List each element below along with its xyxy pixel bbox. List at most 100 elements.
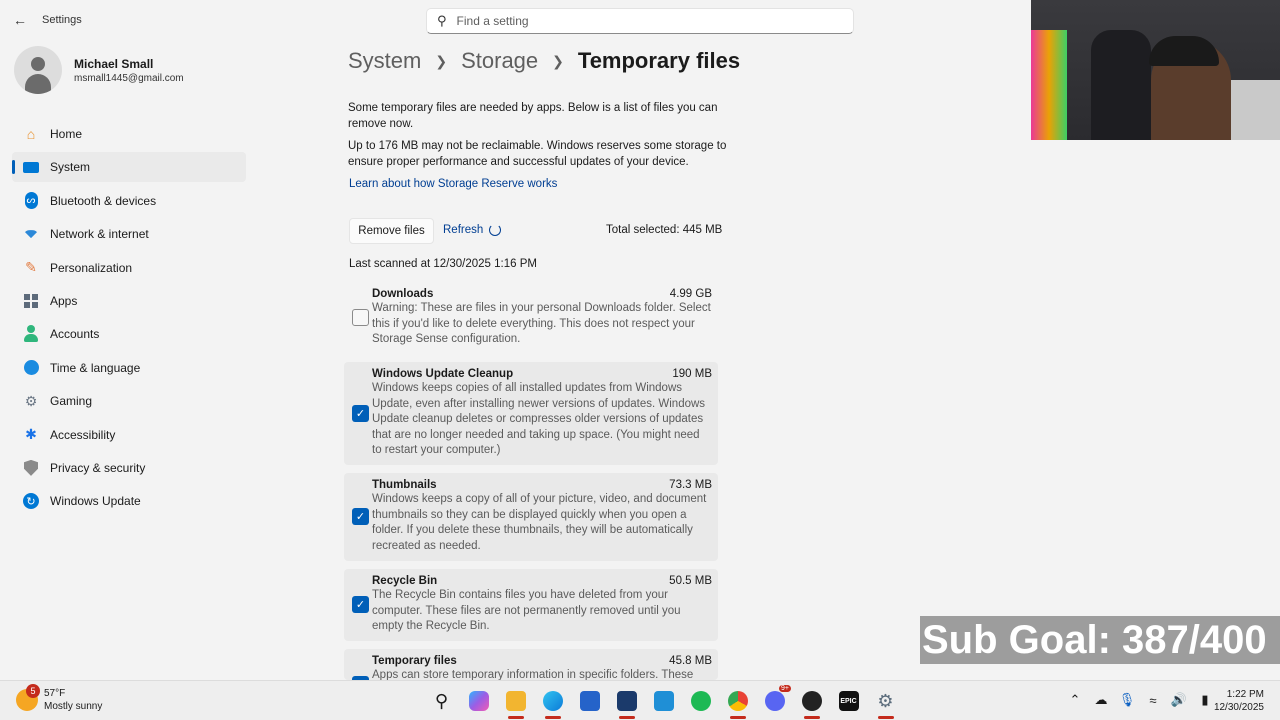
user-profile[interactable]: Michael Small msmall1445@gmail.com	[14, 46, 184, 94]
app-title: Settings	[42, 14, 82, 26]
sidebar-item-system[interactable]: System	[12, 152, 246, 183]
microphone-icon[interactable]: 🎙	[1114, 692, 1140, 708]
clock-time: 1:22 PM	[1226, 689, 1264, 700]
taskbar-apps: ⚲ 9+ EPIC ⚙	[386, 685, 904, 719]
weather-desc: Mostly sunny	[44, 701, 103, 712]
sidebar-item-privacy[interactable]: Privacy & security	[12, 453, 246, 483]
taskbar-settings[interactable]: ⚙	[867, 686, 904, 719]
evernote-icon	[690, 691, 711, 711]
sidebar-item-personalization[interactable]: ✎ Personalization	[12, 253, 246, 283]
storage-reserve-note: Up to 176 MB may not be reclaimable. Win…	[348, 140, 727, 168]
file-size: 73.3 MB	[669, 479, 712, 491]
sidebar-item-label: Gaming	[50, 394, 93, 409]
chrome-icon	[727, 691, 748, 711]
taskbar-editor[interactable]	[608, 686, 645, 719]
file-name: Temporary files	[372, 655, 457, 667]
checkbox-thumbnails[interactable]: ✓	[352, 508, 369, 525]
chevron-right-icon: ❯	[552, 52, 564, 69]
windows-start-icon	[395, 691, 415, 711]
taskbar-evernote[interactable]	[682, 686, 719, 716]
edge-icon	[542, 691, 563, 711]
settings-icon: ⚙	[877, 690, 894, 711]
breadcrumb-system[interactable]: System	[348, 48, 421, 74]
webcam-overlay	[1031, 0, 1280, 140]
chevron-up-icon[interactable]: ⌃	[1062, 692, 1088, 708]
clock[interactable]: 1:22 PM 12/30/2025	[1208, 688, 1264, 714]
shield-icon	[22, 459, 40, 477]
system-tray: ⌃ ☁ 🎙 ≈ 🔊 ▮	[1062, 692, 1218, 708]
system-icon	[22, 158, 40, 176]
sidebar-item-home[interactable]: ⌂ Home	[12, 119, 246, 149]
sidebar-item-label: Accounts	[50, 327, 100, 342]
file-item-temporary-files[interactable]: ✓ Temporary files 45.8 MB Apps can store…	[344, 649, 718, 680]
wifi-icon[interactable]: ≈	[1140, 693, 1166, 708]
sidebar-item-network[interactable]: Network & internet	[12, 219, 246, 249]
sidebar-item-label: Time & language	[50, 360, 141, 375]
sidebar-item-gaming[interactable]: ⚙ Gaming	[12, 386, 246, 416]
volume-icon[interactable]: 🔊	[1166, 692, 1192, 708]
file-description: The Recycle Bin contains files you have …	[372, 589, 681, 632]
last-scanned: Last scanned at 12/30/2025 1:16 PM	[349, 258, 537, 270]
sidebar-item-label: Accessibility	[50, 427, 116, 442]
start-button[interactable]	[386, 686, 423, 716]
taskbar-search[interactable]: ⚲	[423, 686, 460, 716]
file-explorer-icon	[505, 691, 526, 711]
profile-email: msmall1445@gmail.com	[74, 72, 184, 84]
sidebar-item-time-language[interactable]: Time & language	[12, 353, 246, 383]
search-box[interactable]: ⚲	[426, 8, 854, 34]
taskbar-epic-games[interactable]: EPIC	[830, 686, 867, 716]
file-name: Downloads	[372, 288, 434, 300]
cloud-off-icon[interactable]: ☁	[1088, 692, 1114, 708]
taskbar-edge[interactable]	[534, 686, 571, 719]
weather-widget[interactable]: 5 57°F Mostly sunny	[16, 684, 103, 713]
sidebar-item-label: Apps	[50, 293, 78, 308]
title-bar: ← Settings ⚲	[0, 0, 1030, 40]
checkbox-recycle-bin[interactable]: ✓	[352, 596, 369, 613]
accounts-icon	[22, 325, 40, 343]
gaming-icon: ⚙	[24, 392, 38, 409]
sidebar-item-windows-update[interactable]: ↻ Windows Update	[12, 486, 246, 516]
sidebar-item-label: Windows Update	[50, 494, 141, 509]
search-input[interactable]	[456, 14, 827, 28]
breadcrumb-storage[interactable]: Storage	[461, 48, 538, 74]
taskbar-obs[interactable]	[793, 686, 830, 719]
checkbox-downloads[interactable]	[352, 309, 369, 326]
home-icon: ⌂	[26, 126, 36, 142]
file-size: 190 MB	[672, 368, 712, 380]
file-item-downloads[interactable]: Downloads 4.99 GB Warning: These are fil…	[344, 282, 718, 354]
remove-files-button[interactable]: Remove files	[349, 218, 434, 244]
taskbar-file-explorer[interactable]	[497, 686, 534, 719]
file-item-thumbnails[interactable]: ✓ Thumbnails 73.3 MB Windows keeps a cop…	[344, 473, 718, 561]
file-size: 4.99 GB	[669, 288, 712, 300]
taskbar-copilot[interactable]	[460, 686, 497, 716]
search-icon: ⚲	[437, 13, 447, 28]
taskbar-store[interactable]	[571, 686, 608, 716]
sidebar-item-label: Network & internet	[50, 227, 149, 242]
storage-reserve-link[interactable]: Learn about how Storage Reserve works	[349, 178, 557, 190]
sidebar-item-accessibility[interactable]: ✱ Accessibility	[12, 420, 246, 450]
sidebar-item-accounts[interactable]: Accounts	[12, 319, 246, 349]
copilot-icon	[468, 691, 489, 711]
weather-badge: 5	[26, 684, 40, 698]
accessibility-icon: ✱	[25, 426, 37, 443]
checkbox-windows-update-cleanup[interactable]: ✓	[352, 405, 369, 422]
file-size: 45.8 MB	[669, 655, 712, 667]
back-arrow-icon[interactable]: ←	[10, 10, 30, 30]
discord-icon	[764, 691, 785, 711]
sun-icon: 5	[16, 684, 40, 711]
file-description: Windows keeps copies of all installed up…	[372, 382, 706, 456]
brush-icon: ✎	[25, 259, 37, 276]
taskbar-chrome[interactable]	[719, 686, 756, 719]
file-item-recycle-bin[interactable]: ✓ Recycle Bin 50.5 MB The Recycle Bin co…	[344, 569, 718, 641]
obs-icon	[801, 691, 822, 711]
sidebar-item-label: Bluetooth & devices	[50, 193, 157, 208]
taskbar-discord[interactable]: 9+	[756, 685, 793, 716]
wifi-icon	[22, 225, 40, 243]
sidebar-item-bluetooth[interactable]: ᔕ Bluetooth & devices	[12, 186, 246, 216]
globe-clock-icon	[22, 359, 40, 377]
refresh-link[interactable]: Refresh	[443, 224, 502, 236]
file-item-windows-update-cleanup[interactable]: ✓ Windows Update Cleanup 190 MB Windows …	[344, 362, 718, 465]
taskbar-photos[interactable]	[645, 686, 682, 716]
sidebar-item-apps[interactable]: Apps	[12, 286, 246, 316]
apps-icon	[22, 292, 40, 310]
